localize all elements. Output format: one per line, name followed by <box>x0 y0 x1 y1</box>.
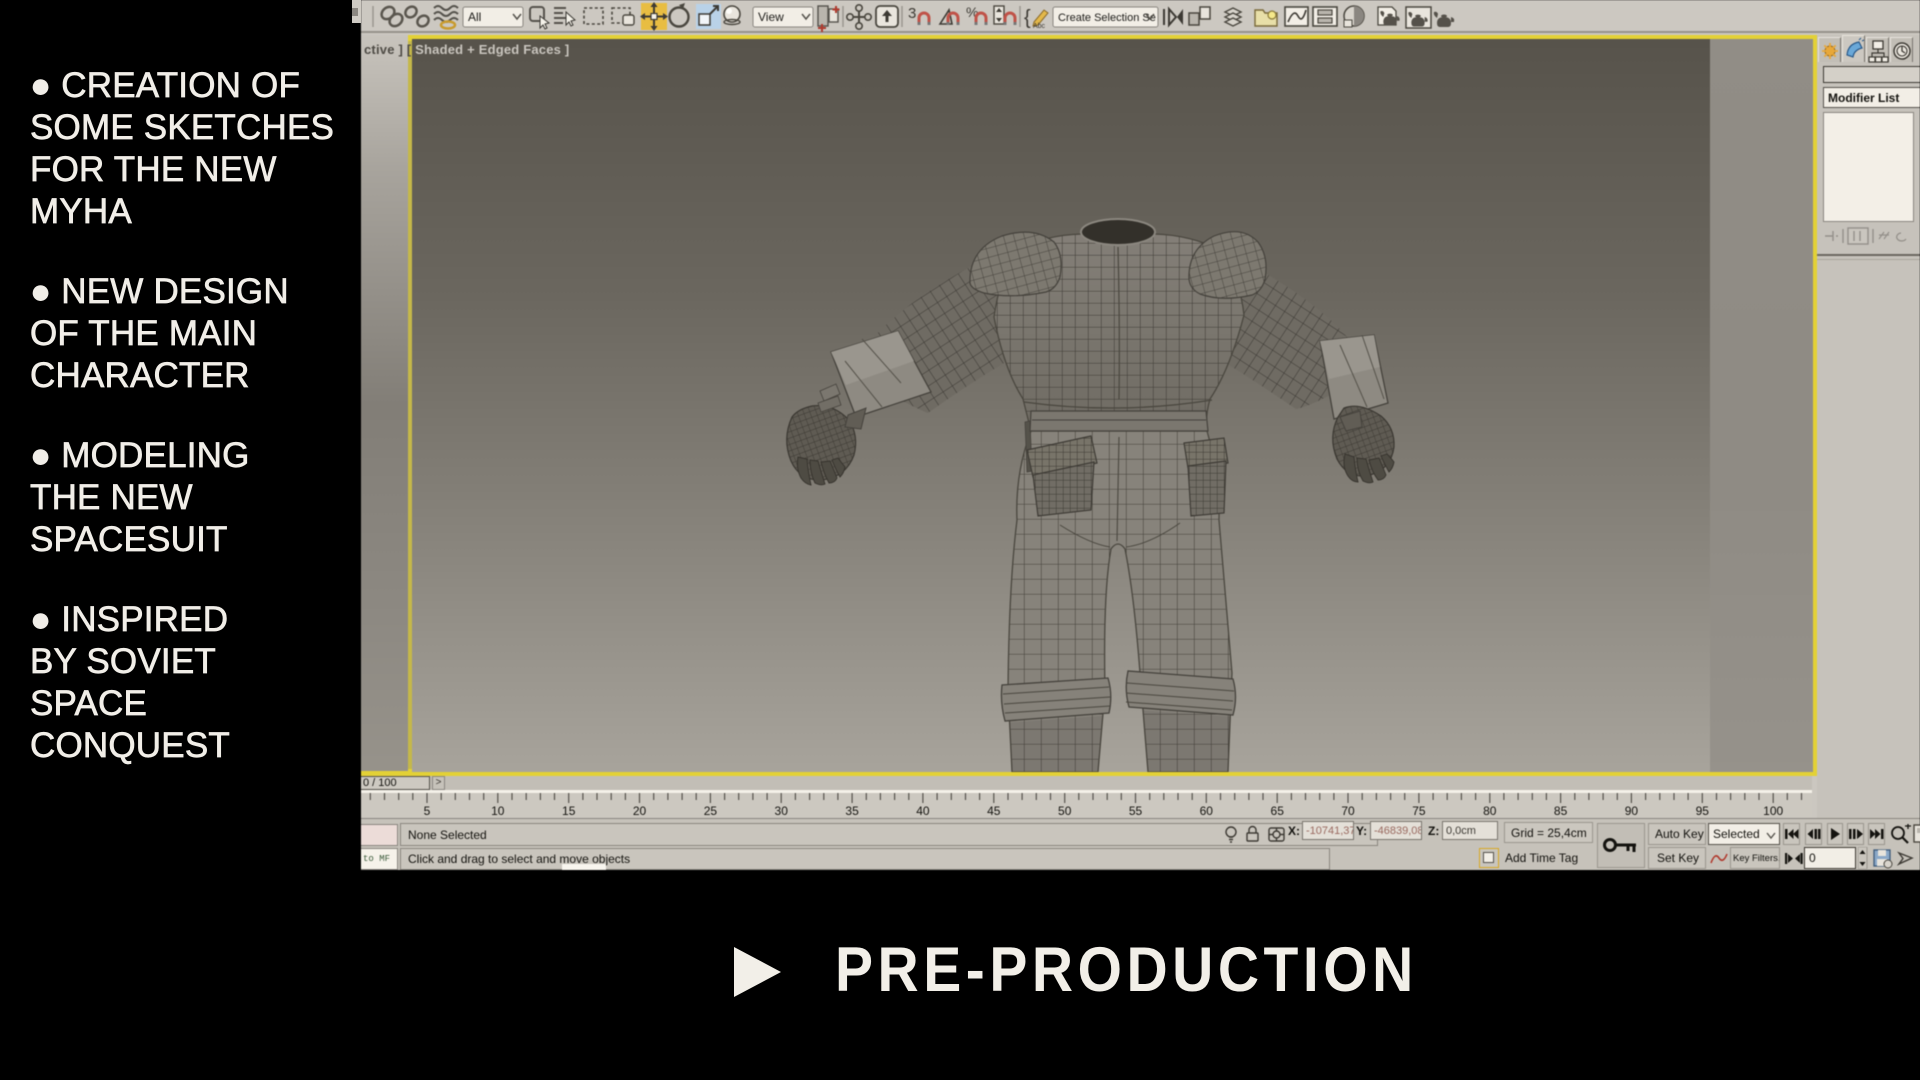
svg-text:20: 20 <box>633 804 647 818</box>
svg-text:View: View <box>758 10 784 24</box>
svg-text:85: 85 <box>1554 804 1568 818</box>
svg-text:65: 65 <box>1271 804 1285 818</box>
svg-text:90: 90 <box>1625 804 1639 818</box>
svg-text:100: 100 <box>1763 804 1783 818</box>
svg-text:50: 50 <box>1058 804 1072 818</box>
svg-text:Abc: Abc <box>1033 23 1046 30</box>
svg-text:30: 30 <box>775 804 789 818</box>
svg-text:95: 95 <box>1696 804 1710 818</box>
svg-text:{: { <box>1024 7 1031 29</box>
svg-text:80: 80 <box>1483 804 1497 818</box>
svg-text:45: 45 <box>987 804 1001 818</box>
svg-text:10: 10 <box>491 804 505 818</box>
svg-text:5: 5 <box>424 804 431 818</box>
svg-text:15: 15 <box>562 804 576 818</box>
svg-text:75: 75 <box>1412 804 1426 818</box>
svg-text:25: 25 <box>704 804 718 818</box>
svg-text:40: 40 <box>916 804 930 818</box>
svg-text:Create Selection Se: Create Selection Se <box>1058 12 1156 24</box>
svg-text:35: 35 <box>845 804 859 818</box>
svg-text:55: 55 <box>1129 804 1143 818</box>
svg-text:3: 3 <box>908 5 916 22</box>
svg-text:70: 70 <box>1341 804 1355 818</box>
svg-text:All: All <box>468 10 481 24</box>
svg-text:60: 60 <box>1200 804 1214 818</box>
